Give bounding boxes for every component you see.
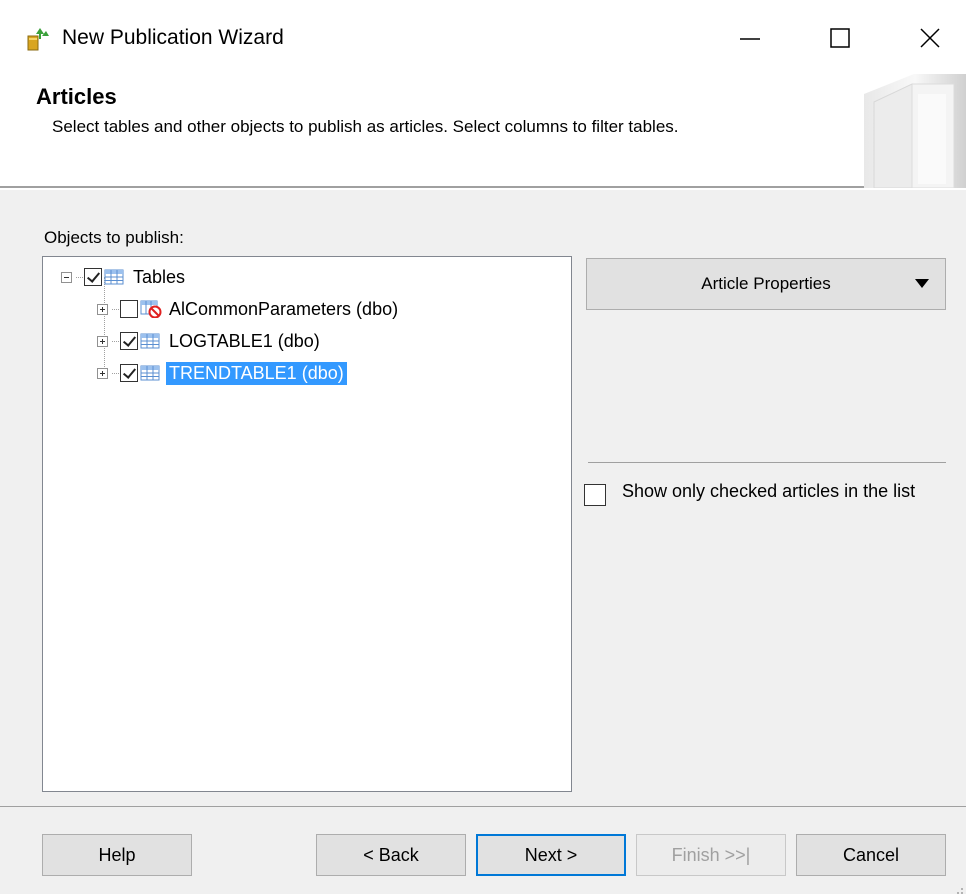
show-only-checked-label: Show only checked articles in the list — [622, 481, 916, 501]
footer-divider — [0, 806, 966, 807]
article-properties-label: Article Properties — [701, 274, 831, 293]
finish-button: Finish >>| — [636, 834, 786, 876]
divider — [588, 462, 946, 463]
dropdown-arrow-icon — [915, 279, 929, 288]
table-excluded-icon — [140, 300, 162, 319]
tree-node-trendtable1[interactable]: TRENDTABLE1 (dbo) — [97, 359, 347, 387]
tree-dots — [76, 276, 83, 278]
resize-grip-icon[interactable] — [954, 882, 964, 894]
tree-node-label: TRENDTABLE1 (dbo) — [166, 361, 347, 385]
tree-node-label: AlCommonParameters (dbo) — [169, 298, 399, 319]
tree-dots — [112, 372, 119, 374]
help-button[interactable]: Help — [42, 834, 192, 876]
tree-node-label: Tables — [133, 266, 186, 287]
close-button[interactable] — [900, 16, 960, 60]
tree-node-aicommonparameters[interactable]: AlCommonParameters (dbo) — [97, 295, 401, 323]
tree-node-label: LOGTABLE1 (dbo) — [169, 330, 320, 351]
back-button[interactable]: < Back — [316, 834, 466, 876]
show-only-checked-checkbox[interactable] — [584, 484, 606, 506]
tree-node-tables[interactable]: Tables — [61, 263, 188, 291]
page-title: Articles — [36, 84, 117, 109]
aicommonparameters-checkbox[interactable] — [120, 300, 138, 318]
table-icon — [104, 268, 124, 286]
next-button[interactable]: Next > — [476, 834, 626, 876]
tree-node-logtable1[interactable]: LOGTABLE1 (dbo) — [97, 327, 323, 355]
window-title: New Publication Wizard — [62, 26, 284, 49]
minimize-button[interactable] — [720, 16, 780, 60]
logtable1-checkbox[interactable] — [120, 332, 138, 350]
trendtable1-checkbox[interactable] — [120, 364, 138, 382]
tree-dots — [112, 340, 119, 342]
tree-dots — [112, 308, 119, 310]
objects-to-publish-label: Objects to publish: — [44, 228, 184, 247]
header-graphic-icon — [854, 74, 966, 189]
table-icon — [140, 332, 160, 350]
show-only-checked-option[interactable]: Show only checked articles in the list — [584, 480, 942, 506]
collapse-icon[interactable] — [61, 271, 72, 283]
expand-icon[interactable] — [97, 303, 108, 315]
cancel-button[interactable]: Cancel — [796, 834, 946, 876]
article-properties-button[interactable]: Article Properties — [586, 258, 946, 310]
maximize-button[interactable] — [810, 16, 870, 60]
wizard-icon — [26, 24, 50, 52]
table-icon — [140, 364, 160, 382]
expand-icon[interactable] — [97, 367, 108, 379]
objects-tree[interactable]: Tables AlCommonParameters (dbo) LOGTABLE… — [42, 256, 572, 792]
tables-checkbox[interactable] — [84, 268, 102, 286]
expand-icon[interactable] — [97, 335, 108, 347]
page-description: Select tables and other objects to publi… — [52, 117, 679, 136]
